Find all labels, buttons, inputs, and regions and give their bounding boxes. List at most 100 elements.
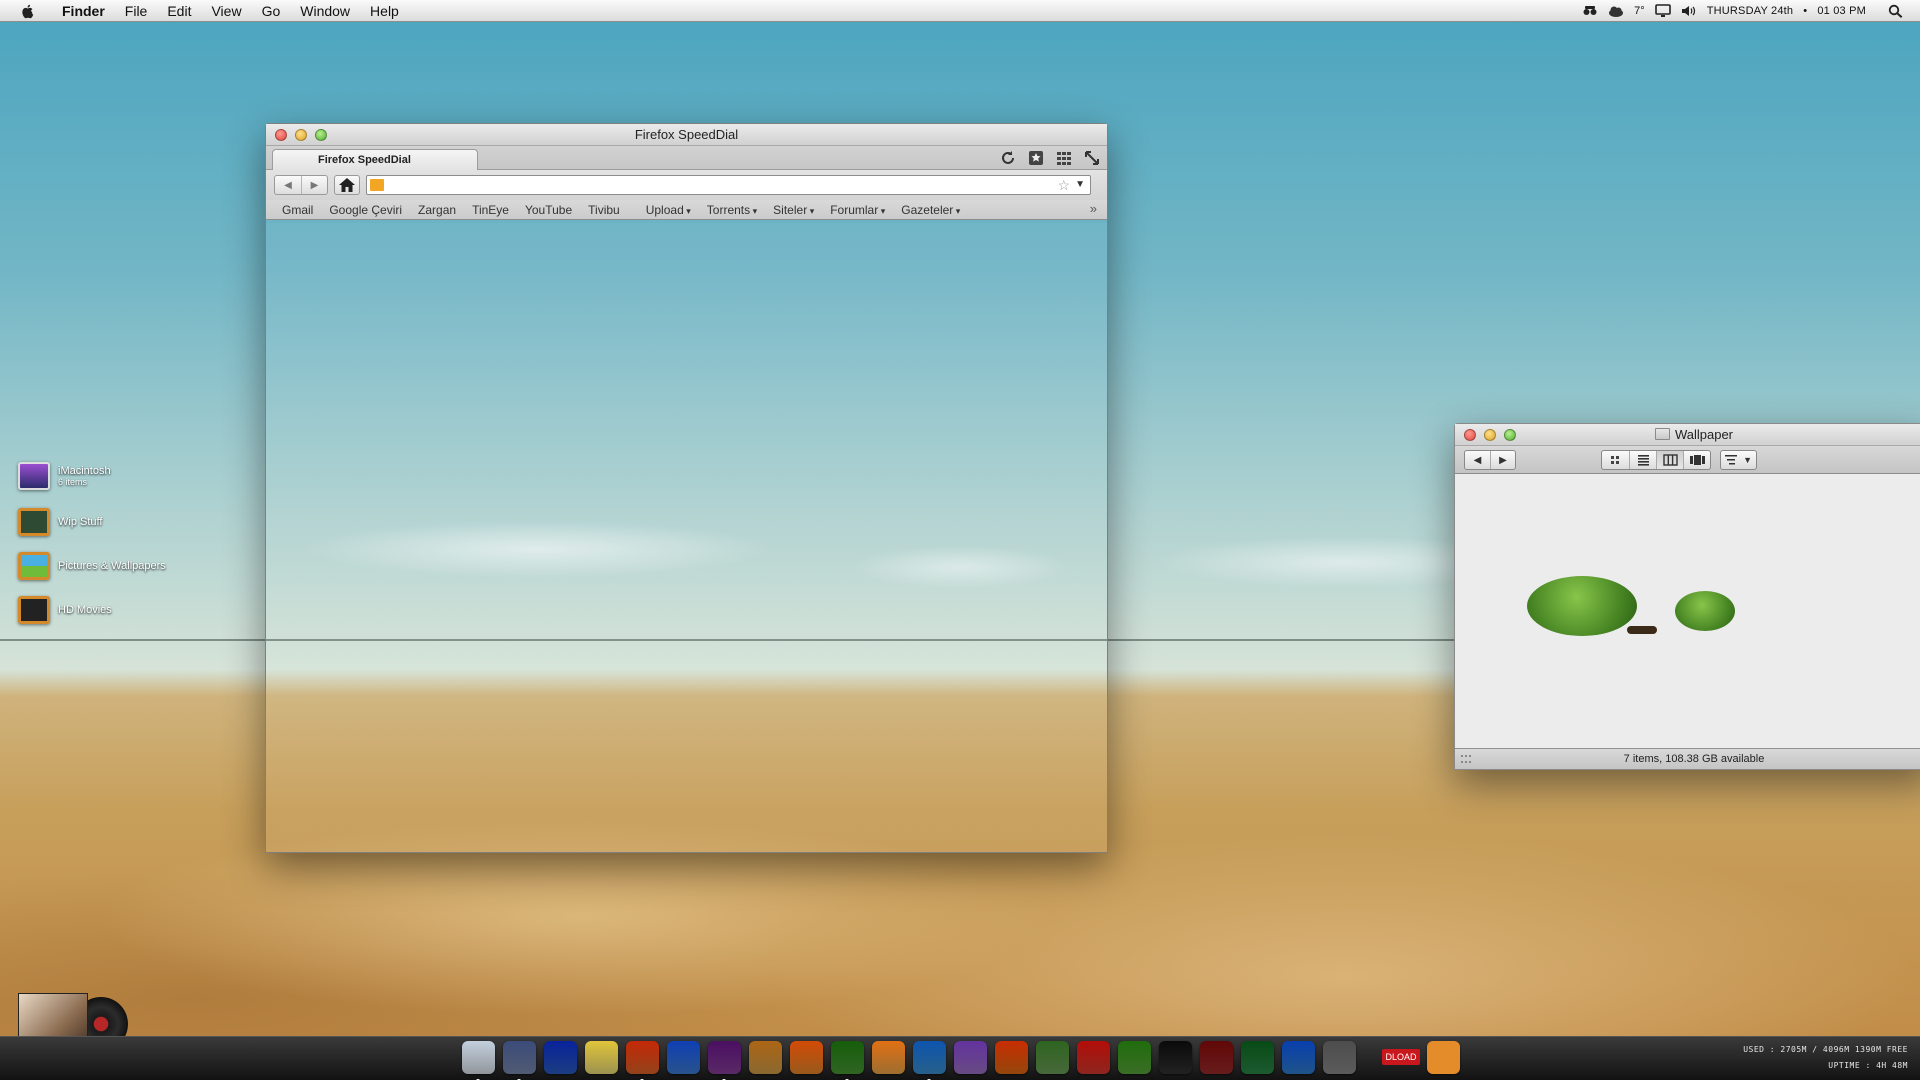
system-preferences-icon[interactable] — [1323, 1041, 1356, 1074]
back-button[interactable]: ◀ — [275, 176, 301, 194]
minimize-button[interactable] — [1484, 429, 1496, 441]
page-content-area[interactable] — [266, 223, 1107, 852]
tree-app-icon[interactable] — [1118, 1041, 1151, 1074]
app-store-icon[interactable] — [1282, 1041, 1315, 1074]
bookmark-gmail[interactable]: Gmail — [274, 203, 321, 217]
home-button[interactable] — [334, 175, 360, 195]
reload-icon[interactable] — [999, 149, 1017, 167]
zoom-button[interactable] — [1504, 429, 1516, 441]
arrange-menu-icon[interactable]: ▼ — [1720, 450, 1757, 470]
apple-icon[interactable] — [20, 3, 36, 19]
bookmark-folder-upload[interactable]: Upload — [638, 203, 699, 217]
finder-window[interactable]: Wallpaper ◀ ▶ ▼ 7 items, 108.38 GB avail… — [1454, 423, 1920, 770]
weather-cloud-icon[interactable] — [1608, 4, 1624, 18]
desktop-icon-label: HD Movies — [58, 604, 112, 616]
firefox-icon[interactable] — [626, 1041, 659, 1080]
xcode-icon[interactable] — [667, 1041, 700, 1074]
microphone-icon[interactable] — [1200, 1041, 1233, 1074]
dock: DLOAD USED : 2705M / 4096M 1390M FREE UP… — [0, 1036, 1920, 1080]
memory-stats: USED : 2705M / 4096M 1390M FREE — [1743, 1045, 1908, 1054]
growl-icon[interactable] — [831, 1041, 864, 1080]
finder-icon[interactable] — [462, 1041, 495, 1080]
pen-app-icon[interactable] — [544, 1041, 577, 1074]
tab-speeddial[interactable]: Firefox SpeedDial — [272, 149, 478, 171]
clock-time[interactable]: 01 03 PM — [1817, 5, 1866, 17]
bookmark-youtube[interactable]: YouTube — [517, 203, 580, 217]
bookmark-tineye[interactable]: TinEye — [464, 203, 517, 217]
calendar-icon[interactable] — [1077, 1041, 1110, 1074]
bookmark-folder-gazeteler[interactable]: Gazeteler — [893, 203, 968, 217]
system-stats: USED : 2705M / 4096M 1390M FREE UPTIME :… — [1743, 1042, 1908, 1074]
menu-bar: Finder File Edit View Go Window Help 7° … — [0, 0, 1920, 22]
utility-icon[interactable] — [1036, 1041, 1069, 1074]
stocks-icon[interactable] — [1241, 1041, 1274, 1074]
history-dropdown-icon[interactable]: ▼ — [1075, 179, 1085, 190]
gift-icon[interactable] — [749, 1041, 782, 1074]
more-bookmarks-chevron-icon[interactable]: » — [1090, 201, 1097, 216]
preview-icon[interactable] — [913, 1041, 946, 1080]
bookmark-star-icon[interactable] — [1027, 149, 1045, 167]
finder-content-area[interactable] — [1455, 476, 1920, 748]
mission-control-icon[interactable] — [503, 1041, 536, 1080]
vlc-icon[interactable] — [995, 1041, 1028, 1074]
notes-icon[interactable] — [585, 1041, 618, 1074]
minimize-button[interactable] — [295, 129, 307, 141]
speed-dial-grid-icon[interactable] — [1055, 149, 1073, 167]
bookmark-google-ceviri[interactable]: Google Çeviri — [321, 203, 410, 217]
weather-temperature[interactable]: 7° — [1634, 5, 1645, 17]
bookmark-zargan[interactable]: Zargan — [410, 203, 464, 217]
desktop-icon-imacintosh[interactable]: iMacintosh 6 items — [18, 462, 111, 490]
menu-window[interactable]: Window — [290, 0, 360, 22]
photo-effects-icon[interactable] — [790, 1041, 823, 1074]
menu-edit[interactable]: Edit — [157, 0, 201, 22]
close-button[interactable] — [1464, 429, 1476, 441]
wallpaper-tree-small — [1675, 591, 1735, 631]
url-bar[interactable]: ☆ ▼ — [366, 175, 1091, 195]
bookmark-folder-torrents[interactable]: Torrents — [699, 203, 765, 217]
menu-file[interactable]: File — [115, 0, 158, 22]
desktop-icon-sublabel: 6 items — [58, 477, 88, 487]
finder-titlebar[interactable]: Wallpaper — [1455, 424, 1920, 446]
bookmark-tivibu[interactable]: Tivibu — [580, 203, 628, 217]
fullscreen-icon[interactable] — [1083, 149, 1101, 167]
clapper-icon[interactable] — [1159, 1041, 1192, 1074]
pictures-folder-icon — [18, 552, 50, 580]
movies-folder-icon — [18, 596, 50, 624]
trash-icon[interactable] — [1427, 1041, 1460, 1074]
menu-view[interactable]: View — [201, 0, 251, 22]
rss-favicon-icon — [370, 179, 384, 191]
menu-finder[interactable]: Finder — [52, 0, 115, 22]
forward-button[interactable]: ▶ — [301, 176, 327, 194]
chalkboard-folder-icon — [18, 508, 50, 536]
desktop-icon-wip-stuff[interactable]: Wip Stuff — [18, 508, 102, 536]
bookmarks-toolbar: Gmail Google Çeviri Zargan TinEye YouTub… — [266, 200, 1107, 220]
volume-icon[interactable] — [1681, 4, 1697, 18]
star-icon[interactable]: ☆ — [1057, 177, 1070, 194]
spotlight-search-icon[interactable] — [1888, 4, 1904, 18]
view-mode-selector — [1601, 450, 1711, 470]
icon-view-icon[interactable] — [1602, 451, 1629, 469]
list-view-icon[interactable] — [1629, 451, 1656, 469]
dload-badge-icon[interactable]: DLOAD — [1382, 1049, 1420, 1065]
column-view-icon[interactable] — [1656, 451, 1683, 469]
resize-grip-icon[interactable] — [1461, 755, 1471, 763]
menu-help[interactable]: Help — [360, 0, 409, 22]
display-icon[interactable] — [1654, 4, 1671, 18]
desktop-icon-hd-movies[interactable]: HD Movies — [18, 596, 112, 624]
close-button[interactable] — [275, 129, 287, 141]
forward-button[interactable]: ▶ — [1490, 451, 1515, 469]
zoom-button[interactable] — [315, 129, 327, 141]
firefox-titlebar[interactable]: Firefox SpeedDial — [266, 124, 1107, 146]
pages-icon[interactable] — [872, 1041, 905, 1074]
cover-flow-icon[interactable] — [1683, 451, 1710, 469]
desktop-icon-pictures[interactable]: Pictures & Wallpapers — [18, 552, 166, 580]
bookmark-folder-siteler[interactable]: Siteler — [765, 203, 822, 217]
clock-day[interactable]: THURSDAY 24th — [1707, 5, 1794, 17]
itunes-icon[interactable] — [708, 1041, 741, 1080]
back-button[interactable]: ◀ — [1465, 451, 1490, 469]
menu-go[interactable]: Go — [252, 0, 291, 22]
firefox-window[interactable]: Firefox SpeedDial Firefox SpeedDial ◀ ▶ … — [265, 123, 1108, 853]
messages-icon[interactable] — [954, 1041, 987, 1074]
spy-icon[interactable] — [1582, 4, 1598, 18]
bookmark-folder-forumlar[interactable]: Forumlar — [822, 203, 893, 217]
